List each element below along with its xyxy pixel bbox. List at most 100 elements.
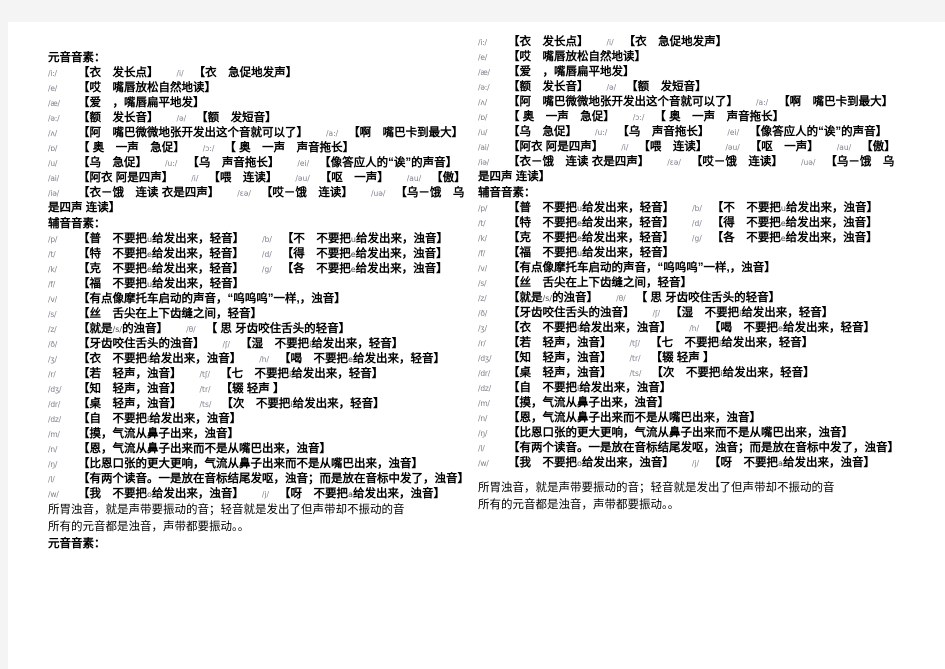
ipa-symbol: /t/ (48, 250, 56, 259)
phoneme-row: /ɒ/ 【 奥 一声 急促】 /ɔ:/ 【 奥 一声 声音拖长】 (48, 141, 468, 156)
gloss-text: 给发出来，轻音】 (782, 322, 875, 334)
phoneme-row: /z/ 【就是/s/的浊音】 /θ/ 【 思 牙齿咬住舌头的轻音】 (478, 291, 938, 306)
inline-symbol: /s/ (112, 325, 123, 334)
gloss-text: 给发出来，轻音】 (151, 248, 244, 260)
phoneme-row: /u/ 【乌 急促】 /u:/ 【乌 声音拖长】 /ei/ 【像答应人的“诶”的声音】 (478, 125, 938, 140)
phoneme-row: /æ/ 【爱 ，嘴唇扁平地发】 (48, 96, 468, 111)
gloss-text: 【辍 轻声 】 (650, 352, 715, 364)
gloss-text: 【乌－饿 乌 (395, 187, 465, 199)
gloss-text: 【阿 嘴巴微微地张开发出这个音就可以了】 (508, 96, 738, 108)
gloss-text: 【我 不要把 (508, 457, 577, 469)
ipa-symbol-secondary: /ɛə/ (237, 189, 251, 198)
gloss-text: 【啊 嘴巴卡到最大】 (348, 127, 464, 139)
gloss-text: 【哎－饿 连读】 (690, 156, 783, 168)
ipa-symbol: /ʌ/ (478, 98, 487, 107)
ipa-symbol: /f/ (48, 280, 56, 289)
gloss-text: 给发出来，浊音】 (151, 488, 244, 500)
gloss-text: 【衣 不要把 (78, 353, 147, 365)
ipa-symbol-secondary: /b/ (692, 204, 702, 213)
ipa-symbol: /dz/ (478, 384, 491, 393)
phoneme-row: /p/【普 不要把 u 给发出来，轻音】/b/【不 不要把 u 给发出来，浊音】 (478, 201, 938, 216)
gloss-text: 【摸，气流从鼻子出来，浊音】 (508, 397, 669, 409)
gloss-text: 【福 不要把 (78, 278, 147, 290)
phoneme-row: /m/ 【摸，气流从鼻子出来，浊音】 (478, 396, 938, 411)
gloss-text: 给发出来，浊音】 (785, 202, 878, 214)
phoneme-row: /r/【若 轻声，浊音】/tʃ/【七 不要把 i 给发出来，轻音】 (48, 367, 468, 382)
gloss-text: 给发出来，轻音】 (292, 398, 385, 410)
consonant-list-right: /p/【普 不要把 u 给发出来，轻音】/b/【不 不要把 u 给发出来，浊音】/t/【… (478, 201, 938, 471)
gloss-text: 【乌 急促】 (78, 157, 147, 169)
gloss-text: 【就是 (508, 292, 543, 304)
gloss-text: 【阿 嘴巴微微地张开发出这个音就可以了】 (78, 127, 308, 139)
gloss-text: 【 奥 一声 声音拖长】 (224, 142, 355, 154)
ipa-symbol-secondary: /d/ (691, 219, 702, 228)
gloss-text: 【辍 轻声 】 (220, 383, 285, 395)
gloss-text: 给发出来，轻音】 (722, 367, 815, 379)
gloss-text: 【福 不要把 (508, 247, 577, 259)
consonant-list-left: /p/【普 不要把 u 给发出来，轻音】/b/【不 不要把 u 给发出来，浊音】/t/【… (48, 232, 469, 502)
phoneme-row: /i:/ 【衣 发长点】 /i/ 【衣 急促地发声】 (478, 35, 938, 50)
phoneme-row: /w/【我 不要把 o 给发出来，浊音】/j/【呀 不要把 a 给发出来，浊音】 (478, 456, 938, 471)
gloss-text: 【湿 不要把 (670, 307, 740, 319)
consonant-section-header-right: 辅音音素： (478, 187, 536, 199)
phoneme-row: /dʒ/ 【知 轻声，浊音】 /tr/ 【辍 轻声 】 (478, 351, 938, 366)
ipa-symbol: /e/ (48, 84, 58, 93)
ipa-symbol: /ð/ (478, 309, 488, 318)
ipa-symbol-quaternary: /au/ (836, 143, 852, 152)
consonant-section-header: 辅音音素： (48, 218, 106, 230)
gloss-text: 【额 发长音】 (78, 112, 159, 124)
ipa-symbol-secondary: /d/ (261, 250, 272, 259)
gloss-text: 【知 轻声，浊音】 (78, 383, 182, 395)
ipa-symbol-secondary: /u:/ (595, 128, 608, 137)
gloss-text: 【我 不要把 (78, 488, 147, 500)
ipa-symbol: /e/ (478, 53, 488, 62)
gloss-text: 【各 不要把 (281, 263, 351, 275)
gloss-text: 给发出来，轻音】 (311, 338, 404, 350)
ipa-symbol: /v/ (478, 264, 487, 273)
gloss-text: 【喂 连读】 (208, 172, 278, 184)
vowel-wrap-line-right: 是四声 连读】 (478, 171, 551, 183)
gloss-text: 【衣 急促地发声】 (623, 36, 728, 48)
gloss-text: 【有点像摩托车启动的声音，“呜呜呜”一样,，浊音】 (78, 293, 346, 305)
ipa-symbol-secondary: /ʃ/ (222, 340, 231, 349)
gloss-text: 【 奥 一声 声音拖长】 (654, 111, 785, 123)
gloss-text: 【自 不要把 (508, 382, 577, 394)
phoneme-row: /v/ 【有点像摩托车启动的声音，“呜呜呜”一样,，浊音】 (478, 261, 938, 276)
gloss-text: 【就是 (78, 323, 113, 335)
ipa-symbol-secondary: /u:/ (165, 159, 178, 168)
gloss-text: 【桌 轻声，浊音】 (508, 367, 612, 379)
ipa-symbol: /ð/ (48, 340, 58, 349)
phoneme-row: /f/【福 不要把 u 给发出来，轻音】 (478, 246, 938, 261)
gloss-text: 【次 不要把 (221, 398, 291, 410)
summary-line-1-left: 所胃浊音，就是声带要振动的音；轻音就是发出了但声带却不振动的音 (48, 504, 405, 516)
ipa-symbol: /ŋ/ (478, 429, 488, 438)
gloss-text: 【乌 急促】 (508, 126, 577, 138)
gloss-text: 给发出来，轻音】 (582, 202, 675, 214)
ipa-symbol: /m/ (48, 430, 60, 439)
gloss-text: 【牙齿咬住舌头的浊音】 (78, 338, 205, 350)
gloss-text: 给发出来，浊音】 (355, 248, 448, 260)
gloss-text: 给发出来，浊音】 (579, 322, 672, 334)
gloss-text: 【衣 发长点】 (78, 67, 159, 79)
gloss-text: 【额 发短音】 (196, 112, 277, 124)
phoneme-row: /ə:/ 【额 发长音】 /ə/ 【额 发短音】 (48, 111, 468, 126)
ipa-symbol-secondary: /i/ (191, 174, 199, 183)
gloss-text: 【喂 连读】 (638, 141, 708, 153)
ipa-symbol-secondary: /ɔ:/ (202, 144, 215, 153)
gloss-text: 【 思 牙齿咬住舌头的轻音】 (205, 323, 351, 335)
ipa-symbol: /ŋ/ (48, 460, 58, 469)
phoneme-row: /v/ 【有点像摩托车启动的声音，“呜呜呜”一样,，浊音】 (48, 292, 468, 307)
trailing-vowel-header: 元音音素： (48, 538, 106, 550)
gloss-text: 给发出来，浊音】 (782, 457, 875, 469)
ipa-symbol-tertiary: /ei/ (297, 159, 310, 168)
phoneme-row: /ai/ 【阿衣 阿是四声】 /i/ 【喂 连读】 /əu/ 【呕 一声】 /au/ 【傲】 (48, 171, 468, 186)
gloss-text: 【不 不要把 (281, 233, 351, 245)
gloss-text: 【额 发短音】 (626, 81, 707, 93)
gloss-text: 给发出来，轻音】 (291, 368, 384, 380)
ipa-symbol-secondary: /g/ (691, 234, 702, 243)
ipa-symbol: /iə/ (478, 158, 489, 167)
gloss-text: 【傲】 (861, 141, 896, 153)
gloss-text: 【普 不要把 (508, 202, 577, 214)
gloss-text: 【呀 不要把 (279, 488, 349, 500)
gloss-text: 【乌 声音拖长】 (187, 157, 280, 169)
